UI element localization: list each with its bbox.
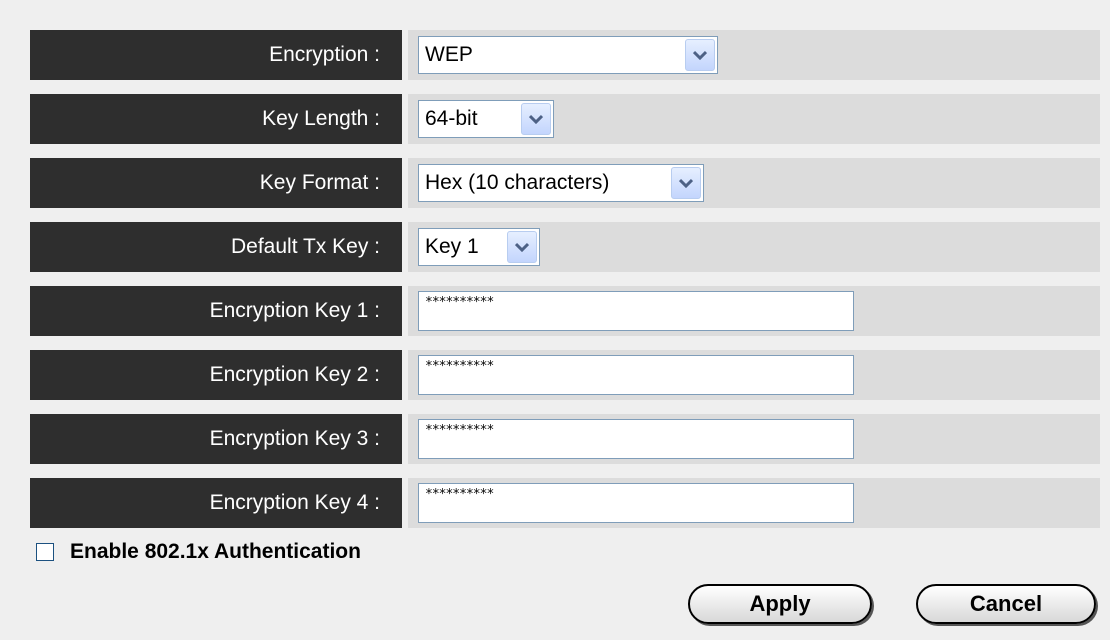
row-key-format: Key Format : Hex (10 characters) bbox=[30, 158, 1100, 208]
key-length-cell: 64-bit bbox=[408, 94, 1100, 144]
key-length-select-value: 64-bit bbox=[425, 107, 478, 130]
encryption-key-4-input[interactable]: ********** bbox=[418, 483, 854, 523]
row-encryption-key-3: Encryption Key 3 : ********** bbox=[30, 414, 1100, 464]
encryption-label: Encryption : bbox=[30, 30, 402, 80]
row-default-tx-key: Default Tx Key : Key 1 bbox=[30, 222, 1100, 272]
key-format-cell: Hex (10 characters) bbox=[408, 158, 1100, 208]
encryption-key-2-cell: ********** bbox=[408, 350, 1100, 400]
key-format-label: Key Format : bbox=[30, 158, 402, 208]
key-format-select-value: Hex (10 characters) bbox=[425, 171, 610, 194]
key-length-label: Key Length : bbox=[30, 94, 402, 144]
encryption-cell: WEP bbox=[408, 30, 1100, 80]
chevron-down-icon[interactable] bbox=[521, 103, 551, 135]
encryption-key-3-label: Encryption Key 3 : bbox=[30, 414, 402, 464]
encryption-key-4-label: Encryption Key 4 : bbox=[30, 478, 402, 528]
cancel-button[interactable]: Cancel bbox=[916, 584, 1096, 624]
encryption-key-1-cell: ********** bbox=[408, 286, 1100, 336]
row-encryption: Encryption : WEP bbox=[30, 30, 1100, 80]
default-tx-key-select[interactable]: Key 1 bbox=[418, 228, 540, 266]
row-key-length: Key Length : 64-bit bbox=[30, 94, 1100, 144]
auth-802-1x-option: Enable 802.1x Authentication bbox=[36, 540, 361, 564]
row-encryption-key-4: Encryption Key 4 : ********** bbox=[30, 478, 1100, 528]
encryption-key-3-input[interactable]: ********** bbox=[418, 419, 854, 459]
encryption-key-4-cell: ********** bbox=[408, 478, 1100, 528]
wireless-security-page: Encryption : WEP Key Length : 64-bit Key… bbox=[0, 0, 1110, 640]
key-format-select[interactable]: Hex (10 characters) bbox=[418, 164, 704, 202]
enable-802-1x-checkbox[interactable] bbox=[36, 543, 54, 561]
apply-button[interactable]: Apply bbox=[688, 584, 872, 624]
encryption-select[interactable]: WEP bbox=[418, 36, 718, 74]
security-settings-form: Encryption : WEP Key Length : 64-bit Key… bbox=[30, 30, 1100, 542]
encryption-key-2-input[interactable]: ********** bbox=[418, 355, 854, 395]
encryption-key-1-input[interactable]: ********** bbox=[418, 291, 854, 331]
encryption-key-2-label: Encryption Key 2 : bbox=[30, 350, 402, 400]
encryption-select-value: WEP bbox=[425, 43, 473, 66]
chevron-down-icon[interactable] bbox=[507, 231, 537, 263]
enable-802-1x-label: Enable 802.1x Authentication bbox=[70, 540, 361, 563]
encryption-key-3-cell: ********** bbox=[408, 414, 1100, 464]
row-encryption-key-2: Encryption Key 2 : ********** bbox=[30, 350, 1100, 400]
encryption-key-1-label: Encryption Key 1 : bbox=[30, 286, 402, 336]
default-tx-key-label: Default Tx Key : bbox=[30, 222, 402, 272]
key-length-select[interactable]: 64-bit bbox=[418, 100, 554, 138]
chevron-down-icon[interactable] bbox=[671, 167, 701, 199]
row-encryption-key-1: Encryption Key 1 : ********** bbox=[30, 286, 1100, 336]
default-tx-key-select-value: Key 1 bbox=[425, 235, 479, 258]
chevron-down-icon[interactable] bbox=[685, 39, 715, 71]
default-tx-key-cell: Key 1 bbox=[408, 222, 1100, 272]
